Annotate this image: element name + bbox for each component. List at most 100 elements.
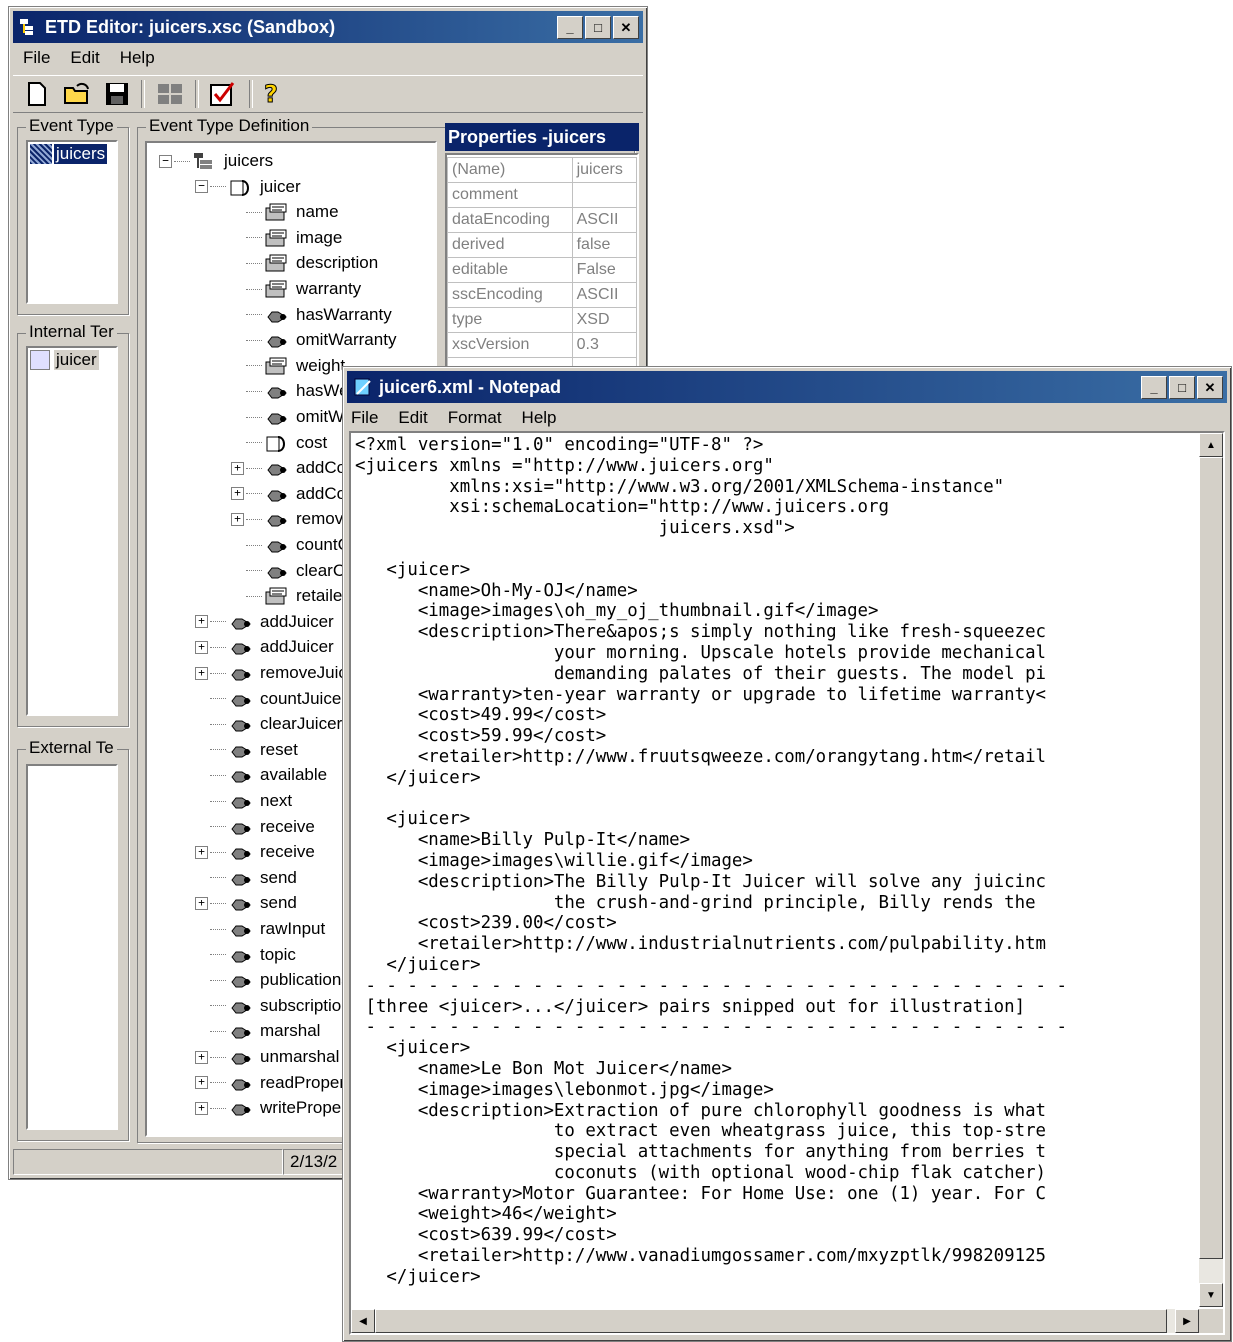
property-row[interactable]: xscVersion 0.3	[447, 332, 638, 358]
tree-item[interactable]: omitWarranty	[231, 328, 396, 352]
minimize-button[interactable]: _	[557, 16, 583, 39]
tree-expander[interactable]: +	[195, 1101, 208, 1115]
tree-item[interactable]: subscription	[195, 994, 351, 1018]
field-icon	[265, 203, 287, 221]
tree-item[interactable]: + addCos	[231, 456, 355, 480]
property-row[interactable]: dataEncoding ASCII	[447, 207, 638, 233]
event-type-list[interactable]: juicers	[26, 140, 118, 304]
tree-expander[interactable]: +	[195, 1050, 208, 1064]
tree-item[interactable]: hasWe	[231, 379, 349, 403]
save-icon[interactable]	[105, 82, 129, 106]
vertical-scrollbar[interactable]: ▲ ▼	[1199, 433, 1223, 1307]
tree-item[interactable]: clearCo	[231, 559, 355, 583]
notepad-menu-edit[interactable]: Edit	[398, 408, 427, 428]
tree-expander[interactable]: +	[231, 487, 244, 501]
tree-expander[interactable]: +	[231, 461, 244, 475]
tree-item[interactable]: + unmarshal	[195, 1045, 339, 1069]
maximize-button[interactable]: □	[585, 16, 611, 39]
notepad-title-bar[interactable]: juicer6.xml - Notepad _ □ ✕	[347, 371, 1227, 403]
tree-item[interactable]: + addCos	[231, 482, 355, 506]
tree-item[interactable]: + send	[195, 891, 297, 915]
horizontal-scroll-thumb[interactable]	[375, 1309, 1167, 1333]
tree-item[interactable]: cost	[231, 431, 327, 455]
menu-help[interactable]: Help	[120, 48, 155, 68]
horizontal-scrollbar[interactable]: ◀ ▶	[351, 1309, 1199, 1333]
open-icon[interactable]	[63, 82, 93, 106]
tree-item[interactable]: clearJuicer	[195, 712, 342, 736]
grid-icon[interactable]	[157, 82, 183, 106]
internal-templates-list[interactable]: juicer	[26, 346, 118, 716]
help-icon[interactable]: ?	[261, 80, 283, 108]
tree-expander[interactable]: +	[195, 615, 208, 629]
property-row[interactable]: comment	[447, 182, 638, 208]
notepad-maximize-button[interactable]: □	[1169, 376, 1195, 399]
tree-item[interactable]: + addJuicer	[195, 635, 334, 659]
tree-item[interactable]: receive	[195, 815, 315, 839]
tree-item[interactable]: marshal	[195, 1019, 320, 1043]
tree-item[interactable]: topic	[195, 943, 296, 967]
tree-item[interactable]: countJuicer	[195, 687, 347, 711]
tree-item[interactable]: + receive	[195, 840, 315, 864]
tree-item[interactable]: + removeJuic	[195, 661, 347, 685]
tree-item[interactable]: + remove	[231, 507, 353, 531]
tree-expander[interactable]: +	[231, 512, 244, 526]
tree-expander[interactable]: +	[195, 666, 208, 680]
scroll-down-button[interactable]: ▼	[1199, 1283, 1223, 1307]
scroll-up-button[interactable]: ▲	[1199, 433, 1223, 457]
tree-item[interactable]: description	[231, 251, 378, 275]
tree-item[interactable]: warranty	[231, 277, 361, 301]
scroll-right-button[interactable]: ▶	[1175, 1309, 1199, 1333]
tree-expander[interactable]: +	[195, 896, 208, 910]
close-button[interactable]: ✕	[613, 16, 639, 39]
scroll-left-button[interactable]: ◀	[351, 1309, 375, 1333]
property-row[interactable]: type XSD	[447, 307, 638, 333]
property-row[interactable]: derived false	[447, 232, 638, 258]
notepad-text[interactable]: <?xml version="1.0" encoding="UTF-8" ?> <…	[355, 435, 1067, 1288]
tree-item[interactable]: name	[231, 200, 339, 224]
tree-item[interactable]: send	[195, 866, 297, 890]
tree-item[interactable]: available	[195, 763, 327, 787]
menu-edit[interactable]: Edit	[70, 48, 99, 68]
external-templates-list[interactable]	[26, 764, 118, 1130]
tree-item[interactable]: rawInput	[195, 917, 325, 941]
tree-item[interactable]: hasWarranty	[231, 303, 392, 327]
tree-connector	[246, 544, 262, 546]
internal-template-item[interactable]: juicer	[30, 350, 99, 370]
tree-item[interactable]: + addJuicer	[195, 610, 334, 634]
tree-item-label: send	[260, 893, 297, 913]
event-type-item[interactable]: juicers	[30, 144, 108, 164]
property-row[interactable]: sscEncoding ASCII	[447, 282, 638, 308]
tree-expander[interactable]: −	[195, 180, 208, 194]
check-icon[interactable]	[209, 81, 237, 107]
notepad-minimize-button[interactable]: _	[1141, 376, 1167, 399]
property-row[interactable]: editable False	[447, 257, 638, 283]
notepad-menu-file[interactable]: File	[351, 408, 378, 428]
tree-item[interactable]: retailer	[231, 584, 348, 608]
tree-item[interactable]: publications	[195, 968, 350, 992]
tree-item[interactable]: + writePropert	[195, 1096, 352, 1120]
notepad-menu-format[interactable]: Format	[448, 408, 502, 428]
etd-title-bar[interactable]: ETD Editor: juicers.xsc (Sandbox) _ □ ✕	[13, 11, 643, 43]
tree-expander[interactable]: +	[195, 1076, 208, 1090]
tree-item[interactable]: countC	[231, 533, 350, 557]
vertical-scroll-thumb[interactable]	[1199, 457, 1223, 1259]
tree-item[interactable]: reset	[195, 738, 298, 762]
property-row[interactable]: (Name) juicers	[447, 157, 638, 183]
tree-expander[interactable]: +	[195, 845, 208, 859]
properties-grid[interactable]: (Name) juicers comment dataEncoding ASCII der…	[445, 153, 639, 383]
tree-expander[interactable]: −	[159, 154, 172, 168]
tree-item[interactable]: weight	[231, 354, 345, 378]
size-grip[interactable]	[1199, 1309, 1223, 1333]
menu-file[interactable]: File	[23, 48, 50, 68]
tree-item[interactable]: − juicer	[195, 175, 301, 199]
tree-item[interactable]: − juicers	[159, 149, 273, 173]
tree-expander[interactable]: +	[195, 640, 208, 654]
notepad-menu-help[interactable]: Help	[522, 408, 557, 428]
tree-item[interactable]: image	[231, 226, 342, 250]
tree-item[interactable]: omitWe	[231, 405, 353, 429]
notepad-editor[interactable]: <?xml version="1.0" encoding="UTF-8" ?> <…	[349, 431, 1225, 1335]
tree-item[interactable]: next	[195, 789, 292, 813]
tree-item[interactable]: + readPropert	[195, 1071, 350, 1095]
notepad-close-button[interactable]: ✕	[1197, 376, 1223, 399]
new-icon[interactable]	[27, 82, 47, 106]
